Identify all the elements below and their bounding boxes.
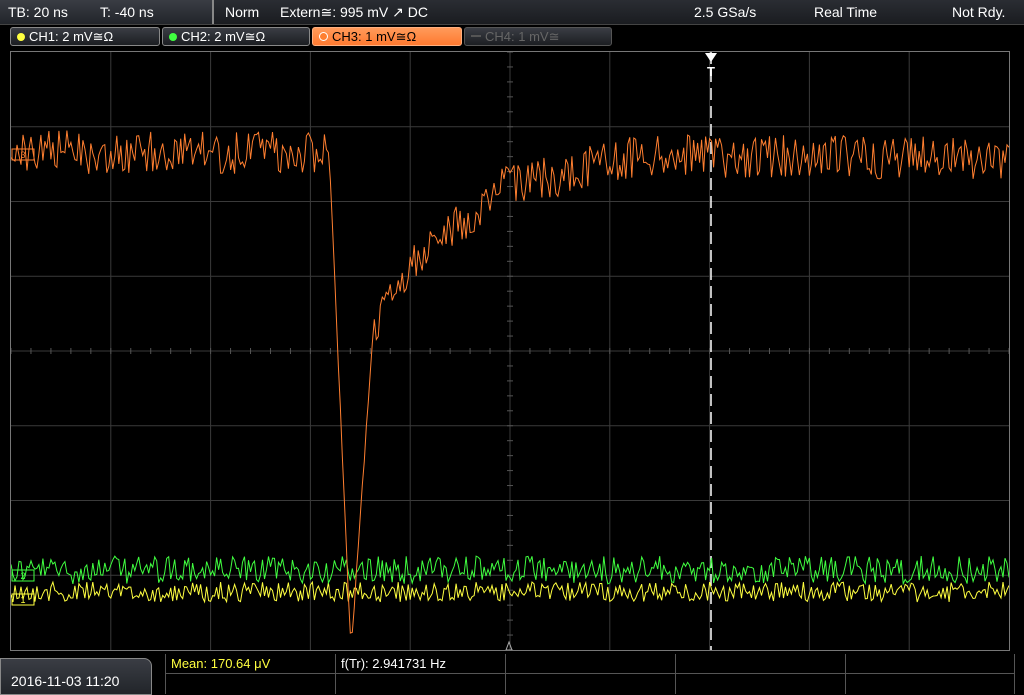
channel-bar: CH1: 2 mV≅Ω CH2: 2 mV≅Ω CH3: 1 mV≅Ω CH4:… [0,25,1024,49]
channel-1-color-icon [17,33,25,41]
channel-1-label: CH1: 2 mV≅Ω [29,29,114,44]
measurement-mean: Mean: 170.64 μV [171,656,271,671]
trigger-marker-label: T [707,64,715,79]
measurement-divider [165,673,1015,674]
bottom-bar: 2016-11-03 11:20 Mean: 170.64 μV f(Tr): … [0,652,1024,695]
timebase-box[interactable]: TB: 20 ns T: -40 ns [0,0,214,24]
measurement-mean-cell[interactable]: Mean: 170.64 μV [165,654,335,694]
channel-4-label: CH4: 1 mV≅ [485,29,560,44]
channel-1-button[interactable]: CH1: 2 mV≅Ω [10,27,160,46]
channel-3-button[interactable]: CH3: 1 mV≅Ω [312,27,462,46]
ch1-offset-marker[interactable]: 1 [11,593,35,606]
timebase-label: TB: 20 ns [8,4,68,20]
trigger-marker[interactable]: T [705,53,717,79]
channel-2-label: CH2: 2 mV≅Ω [181,29,266,44]
graticule [10,51,1010,651]
ch2-marker-label: 2 [20,571,25,581]
acquisition-mode-label[interactable]: Real Time [814,4,877,20]
waveform-svg: T 3 2 1 [10,51,1010,651]
channel-3-color-icon [319,32,328,41]
status-bar: TB: 20 ns T: -40 ns Norm Extern≅: 995 mV… [0,0,1024,25]
measurement-empty-cell-3[interactable] [845,654,1015,694]
waveform-display[interactable]: T 3 2 1 [10,51,1010,651]
channel-2-button[interactable]: CH2: 2 mV≅Ω [162,27,310,46]
channel-2-color-icon [169,33,177,41]
center-time-marker-icon [505,640,513,651]
measurement-empty-cell-2[interactable] [675,654,845,694]
ch1-marker-label: 1 [20,595,25,605]
datetime-label: 2016-11-03 11:20 [11,673,120,689]
datetime-box: 2016-11-03 11:20 [0,658,152,695]
measurement-freq-cell[interactable]: f(Tr): 2.941731 Hz [335,654,505,694]
measurement-empty-cell-1[interactable] [505,654,675,694]
trigger-arrow-icon [705,53,717,62]
sample-rate-label: 2.5 GSa/s [694,4,757,20]
run-state-label: Not Rdy. [952,4,1006,20]
trigger-mode-label[interactable]: Norm [225,4,259,20]
channel-4-button[interactable]: CH4: 1 mV≅ [464,27,612,46]
trigger-time-label: T: -40 ns [100,4,154,20]
ch3-marker-label: 3 [20,150,25,160]
channel-4-off-icon [471,35,481,37]
trigger-source-label[interactable]: Extern≅: 995 mV ↗ DC [280,4,428,21]
channel-3-label: CH3: 1 mV≅Ω [332,29,417,44]
measurement-frequency: f(Tr): 2.941731 Hz [341,656,447,671]
